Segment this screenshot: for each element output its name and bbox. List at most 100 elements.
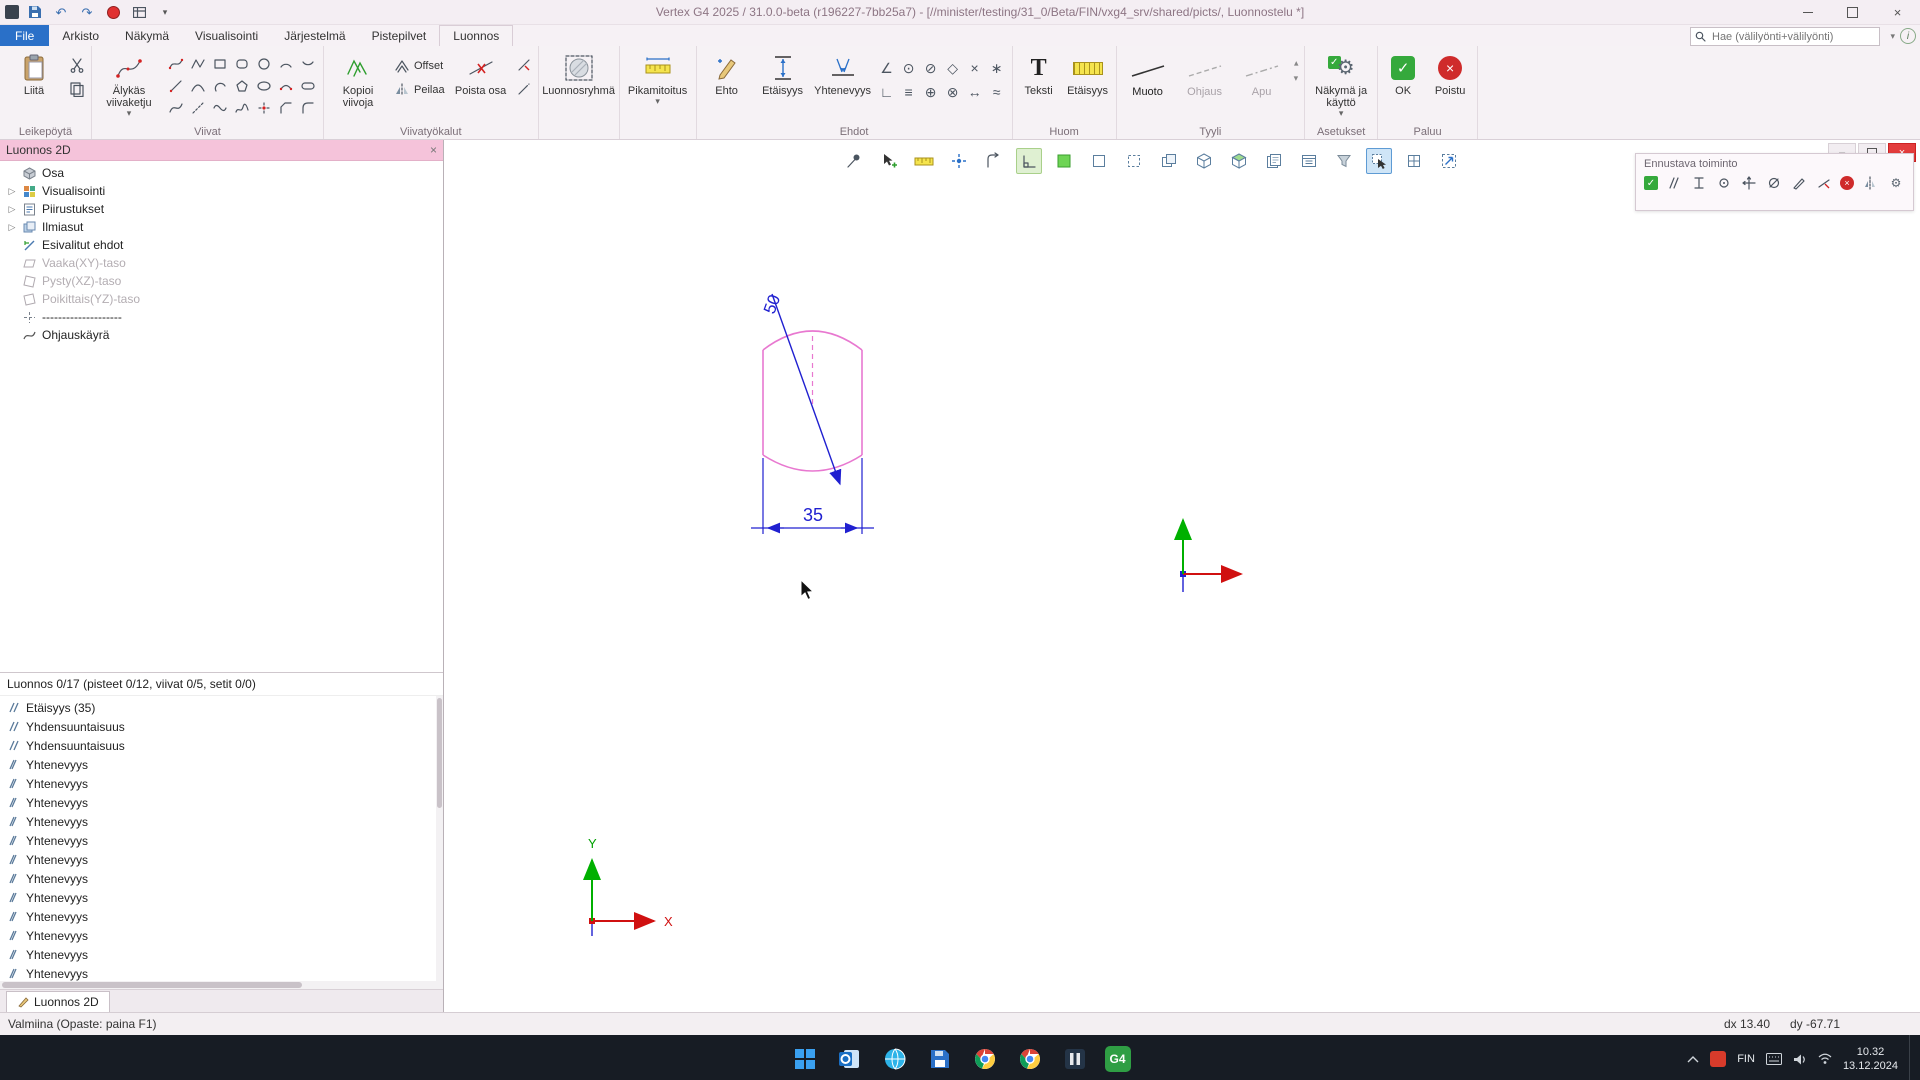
exit-button[interactable]: × Poistu <box>1427 49 1473 126</box>
language-indicator[interactable]: FIN <box>1737 1053 1755 1065</box>
pen-curve-icon[interactable] <box>187 75 209 97</box>
angle-constraint-icon[interactable]: ∠ <box>876 57 898 79</box>
fill-mode-icon[interactable] <box>1051 148 1077 174</box>
predictive-delete-icon[interactable]: × <box>1840 176 1854 190</box>
hidden-view-icon[interactable] <box>1121 148 1147 174</box>
predictive-move-icon[interactable] <box>1740 174 1758 192</box>
iso-shaded-view-icon[interactable] <box>1226 148 1252 174</box>
tab-luonnos[interactable]: Luonnos <box>439 25 513 46</box>
dashed-line-icon[interactable] <box>187 97 209 119</box>
chamfer-icon[interactable] <box>275 97 297 119</box>
sidebar-tab-luonnos2d[interactable]: Luonnos 2D <box>6 991 110 1012</box>
tree-item-visualisointi[interactable]: ▷ Visualisointi <box>0 182 443 200</box>
constraint-row[interactable]: Yhtenevyys <box>0 869 443 888</box>
touch-keyboard-icon[interactable] <box>1766 1053 1782 1065</box>
tray-chevron-icon[interactable] <box>1687 1055 1699 1063</box>
predictive-distance-icon[interactable] <box>1690 174 1708 192</box>
rectangle-icon[interactable] <box>209 53 231 75</box>
constraint-row[interactable]: Yhtenevyys <box>0 945 443 964</box>
vertex-g4-icon[interactable]: G4 <box>1105 1046 1131 1072</box>
save-icon[interactable] <box>25 3 45 21</box>
fit-view-icon[interactable] <box>1436 148 1462 174</box>
tree-item-pysty-xz[interactable]: Pysty(XZ)-taso <box>0 272 443 290</box>
parallel-constraint-icon[interactable]: ≡ <box>898 81 920 103</box>
sketch-group-button[interactable]: Luonnosryhmä <box>543 49 615 126</box>
freehand-icon[interactable] <box>231 97 253 119</box>
tangent-constraint-icon[interactable]: ⊙ <box>898 57 920 79</box>
slot-icon[interactable] <box>297 75 319 97</box>
help-info-icon[interactable]: i <box>1900 28 1916 44</box>
paste-button[interactable]: Liitä <box>4 49 64 126</box>
style-spinner[interactable]: ▾ ▾ <box>1292 49 1301 83</box>
polyline-icon[interactable] <box>187 53 209 75</box>
expander-icon[interactable]: ▷ <box>7 222 17 233</box>
tray-app-icon[interactable] <box>1710 1051 1726 1067</box>
predictive-mirror-icon[interactable] <box>1861 174 1879 192</box>
diameter-constraint-icon[interactable]: ⊘ <box>920 57 942 79</box>
predictive-draw-icon[interactable] <box>1790 174 1808 192</box>
double-view-icon[interactable] <box>1156 148 1182 174</box>
coincident-button[interactable]: Yhtenevyys <box>813 49 873 126</box>
curve-points-icon[interactable] <box>165 53 187 75</box>
constraint-row[interactable]: Yhdensuuntaisuus <box>0 717 443 736</box>
spline-icon[interactable] <box>165 97 187 119</box>
undo-icon[interactable]: ↶ <box>51 3 71 21</box>
expander-icon[interactable]: ▷ <box>7 186 17 197</box>
tree-item-vaaka-xy[interactable]: Vaaka(XY)-taso <box>0 254 443 272</box>
clock[interactable]: 10.32 13.12.2024 <box>1843 1045 1898 1073</box>
measure-icon[interactable] <box>911 148 937 174</box>
extend-line-icon[interactable] <box>514 79 534 99</box>
show-desktop-button[interactable] <box>1909 1035 1914 1080</box>
note-distance-button[interactable]: Etäisyys <box>1064 49 1112 126</box>
ortho-snap-icon[interactable] <box>1016 148 1042 174</box>
tab-nakyma[interactable]: Näkymä <box>112 25 182 46</box>
copy-icon[interactable] <box>67 79 87 99</box>
spiral-icon[interactable] <box>209 75 231 97</box>
guide-style-button[interactable]: Ohjaus <box>1178 49 1232 113</box>
panel-icon[interactable] <box>1296 148 1322 174</box>
tab-jarjestelma[interactable]: Järjestelmä <box>271 25 358 46</box>
constraint-row[interactable]: Yhtenevyys <box>0 964 443 981</box>
minimize-button[interactable] <box>1785 1 1830 24</box>
perpendicular-constraint-icon[interactable]: ∟ <box>876 81 898 103</box>
iso-view-icon[interactable] <box>1191 148 1217 174</box>
rounded-rect-icon[interactable] <box>231 53 253 75</box>
constraint-row[interactable]: Yhtenevyys <box>0 793 443 812</box>
text-button[interactable]: T Teksti <box>1017 49 1061 126</box>
maximize-button[interactable] <box>1830 1 1875 24</box>
customize-qat-icon[interactable]: ▾ <box>155 3 175 21</box>
tree-item-osa[interactable]: Osa <box>0 164 443 182</box>
network-icon[interactable] <box>1818 1053 1832 1065</box>
fix-constraint-icon[interactable]: ⊗ <box>942 81 964 103</box>
constraint-row[interactable]: Yhtenevyys <box>0 850 443 869</box>
list-icon[interactable] <box>129 3 149 21</box>
grid-icon[interactable] <box>1401 148 1427 174</box>
predictive-diameter-icon[interactable] <box>1765 174 1783 192</box>
tree-item-poikittais-yz[interactable]: Poikittais(YZ)-taso <box>0 290 443 308</box>
constraint-row[interactable]: Etäisyys (35) <box>0 698 443 717</box>
search-box[interactable] <box>1690 27 1880 46</box>
tree-item-axis[interactable]: -------------------- <box>0 308 443 326</box>
constraint-row[interactable]: Yhtenevyys <box>0 907 443 926</box>
chrome-profile-icon[interactable] <box>1015 1044 1045 1074</box>
intersect-constraint-icon[interactable]: × <box>964 57 986 79</box>
tab-visualisointi[interactable]: Visualisointi <box>182 25 271 46</box>
symmetry-constraint-icon[interactable]: ◇ <box>942 57 964 79</box>
dev-app-icon[interactable] <box>1060 1044 1090 1074</box>
predictive-parallel-icon[interactable] <box>1665 174 1683 192</box>
view-and-use-button[interactable]: ✓⚙ Näkymä ja käyttö ▾ <box>1309 49 1373 126</box>
tab-pistepilvet[interactable]: Pistepilvet <box>359 25 440 46</box>
predictive-enable-check-icon[interactable]: ✓ <box>1644 176 1658 190</box>
shape-style-button[interactable]: Muoto <box>1121 49 1175 113</box>
circle-icon[interactable] <box>253 53 275 75</box>
close-button[interactable]: × <box>1875 1 1920 24</box>
line-icon[interactable] <box>165 75 187 97</box>
ellipse-icon[interactable] <box>253 75 275 97</box>
drawing-canvas[interactable]: 35 50 Y X <box>444 140 1920 1012</box>
chrome-icon[interactable] <box>970 1044 1000 1074</box>
sidebar-close-icon[interactable]: × <box>430 144 437 156</box>
save-app-icon[interactable] <box>925 1044 955 1074</box>
arc-down-icon[interactable] <box>297 53 319 75</box>
arc-icon[interactable] <box>275 53 297 75</box>
angle-snap-icon[interactable] <box>981 148 1007 174</box>
